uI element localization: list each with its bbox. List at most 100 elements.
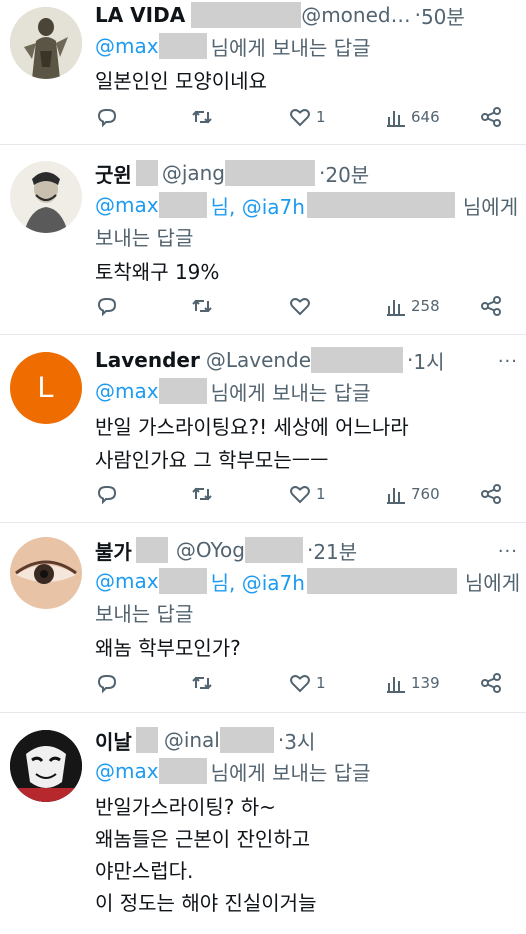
views-button[interactable]: 139 (385, 671, 440, 695)
reply-label: 님에게 (462, 194, 519, 219)
share-button[interactable] (479, 294, 503, 318)
views-icon (387, 488, 405, 504)
user-handle[interactable]: @inal (164, 728, 220, 752)
user-handle[interactable]: @jang (162, 161, 225, 185)
reply-context: @max 님, @ia7h 님에게 (95, 190, 518, 220)
share-icon (481, 107, 501, 127)
timestamp[interactable]: 21분 (313, 536, 357, 565)
statue-avatar[interactable] (10, 7, 82, 79)
mask-avatar[interactable] (10, 730, 82, 802)
redaction-bar (158, 192, 207, 218)
tweet-header: 이날 @inal · 3시 (95, 725, 518, 755)
tweet-text: 왜놈 학부모인가? (95, 631, 241, 661)
tweet-3[interactable]: L Lavender @Lavende · 1시 ··· @max 님에게 보내… (0, 335, 526, 523)
display-name[interactable]: 이날 (95, 726, 132, 755)
tweet-header: 불가 @OYog · 21분 (95, 535, 518, 565)
tweet-text-line: 야만스럽다. (95, 858, 194, 883)
mention-link[interactable]: @max (95, 193, 159, 217)
user-handle[interactable]: @Lavende (206, 348, 311, 372)
reply-icon (97, 675, 117, 694)
reply-button[interactable] (95, 671, 119, 695)
mention-link[interactable]: @max (95, 569, 159, 593)
tweet-text: 토착왜구 19% (95, 255, 219, 285)
display-name[interactable]: Lavender (95, 348, 200, 372)
tweet-header: LA VIDA @moned… · 50분 (95, 0, 518, 30)
views-icon (387, 677, 405, 693)
views-button[interactable]: 760 (385, 482, 440, 506)
tweet-5[interactable]: 이날 @inal · 3시 @max 님에게 보내는 답글 반일가스라이팅? 하… (0, 713, 526, 934)
reply-button[interactable] (95, 105, 119, 129)
reply-label: 님에게 보내는 답글 (210, 35, 371, 60)
views-button[interactable]: 258 (385, 294, 440, 318)
tweet-header: 굿윈 @jang · 20분 (95, 158, 518, 188)
mention-link[interactable]: 님, @ia7h (211, 191, 305, 220)
redaction-bar (135, 160, 158, 186)
heart-icon (290, 675, 310, 693)
retweet-button[interactable] (190, 294, 214, 318)
reply-context-line2: 보내는 답글 (95, 221, 193, 251)
retweet-button[interactable] (190, 482, 214, 506)
view-count: 258 (411, 297, 440, 315)
heart-icon (290, 486, 310, 504)
tweet-text-line: 반일가스라이팅? 하~ (95, 794, 276, 819)
views-button[interactable]: 646 (385, 105, 440, 129)
reply-context-line2: 보내는 답글 (95, 597, 193, 627)
tweet-text: 야만스럽다. (95, 854, 193, 884)
reply-button[interactable] (95, 482, 119, 506)
mention-link[interactable]: @max (95, 759, 159, 783)
redaction-bar (225, 160, 315, 186)
share-button[interactable] (479, 482, 503, 506)
mention-link[interactable]: @max (95, 34, 159, 58)
display-name[interactable]: LA VIDA (95, 3, 185, 27)
tweet-text: 사람인가요 그 학부모는ㅡㅡ (95, 443, 329, 473)
letter-avatar[interactable]: L (10, 352, 82, 424)
redaction-bar (306, 192, 455, 218)
display-name[interactable]: 굿윈 (95, 159, 132, 188)
timestamp[interactable]: 20분 (325, 159, 369, 188)
view-count: 646 (411, 108, 440, 126)
eye-avatar[interactable] (10, 537, 82, 609)
tweet-2[interactable]: 굿윈 @jang · 20분 @max 님, @ia7h 님에게 보내는 답글 … (0, 145, 526, 335)
tweet-text: 반일 가스라이팅요?! 세상에 어느나라 (95, 410, 409, 440)
tweet-text-line: 반일 가스라이팅요?! 세상에 어느나라 (95, 414, 409, 439)
reply-label: 님에게 (464, 570, 521, 595)
timestamp[interactable]: 1시 (413, 346, 444, 375)
like-count: 1 (316, 674, 326, 692)
tweet-header: Lavender @Lavende · 1시 (95, 345, 518, 375)
like-button[interactable]: 1 (288, 671, 326, 695)
mention-link[interactable]: 님, @ia7h (211, 567, 305, 596)
heart-icon (290, 298, 310, 316)
tweet-text: 일본인인 모양이네요 (95, 64, 267, 94)
redaction-bar (158, 33, 207, 59)
share-button[interactable] (479, 671, 503, 695)
reply-icon (97, 486, 117, 505)
redaction-bar (135, 727, 158, 753)
like-button[interactable] (288, 294, 312, 318)
timestamp[interactable]: 50분 (421, 1, 465, 30)
tweet-1[interactable]: LA VIDA @moned… · 50분 @max 님에게 보내는 답글 일본… (0, 0, 526, 145)
like-button[interactable]: 1 (288, 482, 326, 506)
user-handle[interactable]: @moned… (301, 3, 410, 27)
sketch-portrait-avatar[interactable] (10, 161, 82, 233)
tweet-4[interactable]: 불가 @OYog · 21분 ··· @max 님, @ia7h 님에게 보내는… (0, 523, 526, 713)
mention-link[interactable]: @max (95, 379, 159, 403)
reply-context: @max 님에게 보내는 답글 (95, 756, 371, 786)
user-handle[interactable]: @OYog (176, 538, 245, 562)
retweet-button[interactable] (190, 105, 214, 129)
reply-label: 님에게 보내는 답글 (210, 380, 371, 405)
like-button[interactable]: 1 (288, 105, 326, 129)
action-bar: 1 646 (95, 105, 512, 135)
reply-button[interactable] (95, 294, 119, 318)
more-options-icon[interactable]: ··· (498, 541, 518, 562)
heart-icon (290, 109, 310, 127)
timestamp[interactable]: 3시 (284, 726, 315, 755)
more-options-icon[interactable]: ··· (498, 351, 518, 372)
tweet-text-line: 이 정도는 해야 진실이거늘 (95, 890, 317, 915)
share-button[interactable] (479, 105, 503, 129)
reply-icon (97, 298, 117, 317)
redaction-bar (219, 727, 274, 753)
display-name[interactable]: 불가 (95, 536, 132, 565)
views-icon (387, 300, 405, 316)
retweet-button[interactable] (190, 671, 214, 695)
action-bar: 1 760 (95, 482, 512, 512)
